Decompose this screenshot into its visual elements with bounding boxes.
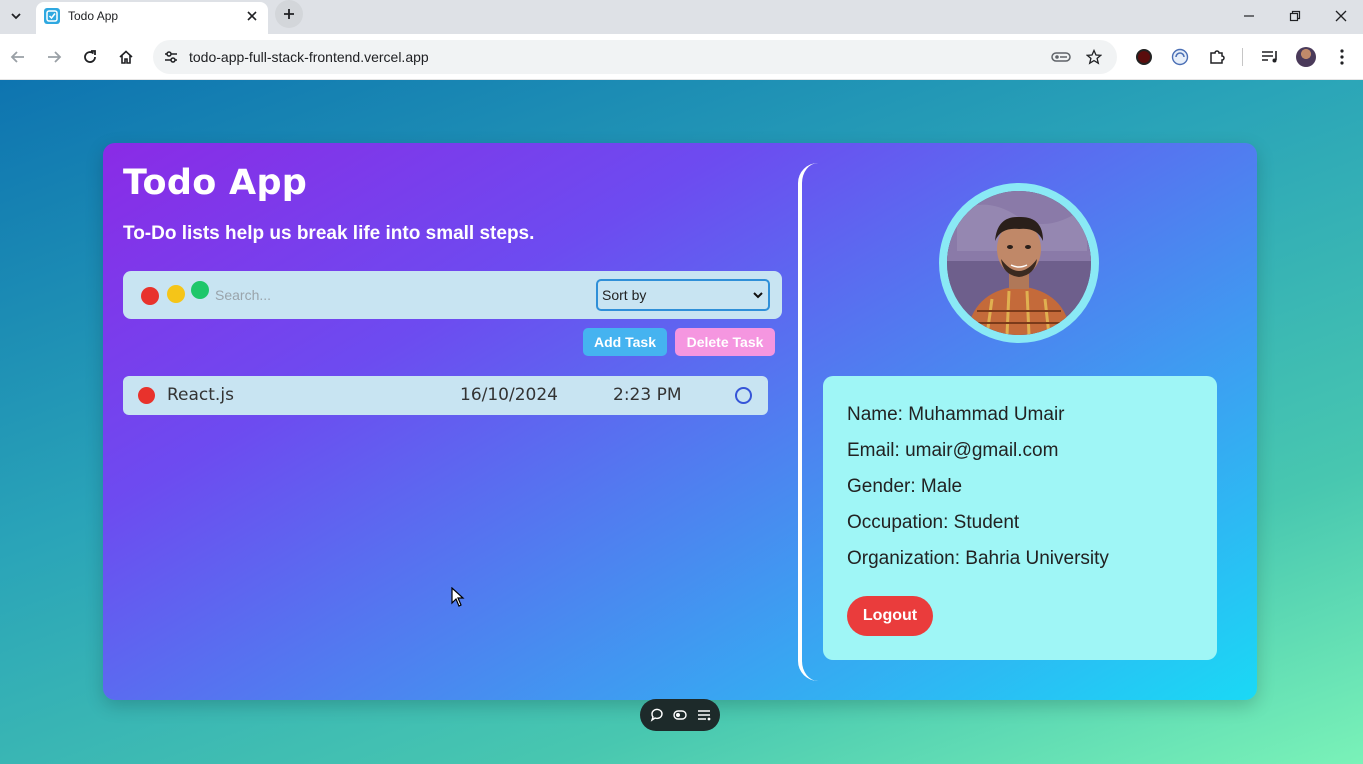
- page-subtitle: To-Do lists help us break life into smal…: [123, 223, 535, 244]
- reload-button[interactable]: [78, 45, 102, 69]
- key-icon: [1051, 52, 1071, 62]
- back-arrow-icon: [10, 51, 24, 63]
- profile-email: Email: umair@gmail.com: [847, 440, 1059, 461]
- profile-gender: Gender: Male: [847, 476, 963, 497]
- floating-toolbar: [640, 699, 720, 731]
- media-controls-button[interactable]: [1258, 45, 1282, 69]
- home-button[interactable]: [114, 45, 138, 69]
- toggle-icon[interactable]: [673, 708, 687, 722]
- extension-sync-button[interactable]: [1168, 45, 1192, 69]
- chat-bubble-icon[interactable]: [650, 708, 664, 722]
- task-priority-dot: [138, 387, 155, 404]
- chevron-down-icon: [753, 292, 763, 299]
- close-icon: [1335, 10, 1347, 22]
- url-text: todo-app-full-stack-frontend.vercel.app: [189, 49, 429, 65]
- extension-record-button[interactable]: [1132, 45, 1156, 69]
- task-date: 16/10/2024: [460, 385, 558, 405]
- queue-music-icon: [1262, 51, 1277, 63]
- restore-icon: [1289, 10, 1301, 22]
- task-row[interactable]: React.js 16/10/2024 2:23 PM: [123, 376, 768, 415]
- plus-icon: [284, 9, 294, 19]
- forward-arrow-icon: [48, 51, 62, 63]
- mouse-cursor-icon: [451, 587, 465, 607]
- back-button[interactable]: [6, 45, 30, 69]
- new-tab-button[interactable]: [275, 0, 303, 28]
- task-complete-checkbox[interactable]: [735, 387, 752, 404]
- toolbar-separator: [1242, 48, 1243, 66]
- filter-green-dot[interactable]: [191, 281, 209, 299]
- page-viewport: Todo App To-Do lists help us break life …: [0, 80, 1363, 764]
- kebab-icon: [1340, 49, 1344, 65]
- search-bar: Sort by: [123, 271, 782, 319]
- restore-button[interactable]: [1283, 4, 1307, 28]
- browser-tab[interactable]: Todo App: [36, 2, 268, 34]
- profile-avatar: [939, 183, 1099, 343]
- close-window-button[interactable]: [1329, 4, 1353, 28]
- task-time: 2:23 PM: [613, 385, 682, 405]
- profile-occupation: Occupation: Student: [847, 512, 1020, 533]
- avatar: [1296, 47, 1316, 67]
- close-icon[interactable]: [242, 6, 262, 26]
- chevron-down-icon: [11, 13, 21, 20]
- sort-select[interactable]: Sort by: [596, 279, 770, 311]
- minimize-icon: [1244, 15, 1254, 17]
- bookmark-button[interactable]: [1082, 45, 1106, 69]
- section-divider: [798, 163, 818, 681]
- chrome-menu-button[interactable]: [1330, 45, 1354, 69]
- todo-check-icon: [44, 8, 60, 24]
- tab-title: Todo App: [68, 9, 119, 23]
- profile-card: Name: Muhammad Umair Email: umair@gmail.…: [823, 376, 1217, 660]
- password-manager-button[interactable]: [1049, 45, 1073, 69]
- home-icon: [119, 50, 133, 64]
- filter-red-dot[interactable]: [141, 287, 159, 305]
- tab-search-dropdown[interactable]: [6, 6, 26, 26]
- profile-button[interactable]: [1294, 45, 1318, 69]
- page-title: Todo App: [123, 163, 308, 203]
- logout-button[interactable]: Logout: [847, 596, 933, 636]
- tune-icon: [165, 51, 177, 63]
- star-icon: [1086, 49, 1102, 65]
- browser-toolbar: todo-app-full-stack-frontend.vercel.app: [0, 34, 1363, 80]
- puzzle-icon: [1210, 50, 1225, 64]
- record-extension-icon: [1136, 49, 1152, 65]
- filter-yellow-dot[interactable]: [167, 285, 185, 303]
- reload-icon: [84, 50, 96, 63]
- add-task-button[interactable]: Add Task: [583, 328, 667, 356]
- sort-select-value: Sort by: [602, 287, 647, 303]
- sync-extension-icon: [1171, 48, 1189, 66]
- app-card: Todo App To-Do lists help us break life …: [103, 143, 1257, 700]
- browser-tab-strip: Todo App: [0, 0, 1363, 34]
- profile-name: Name: Muhammad Umair: [847, 404, 1065, 425]
- search-input[interactable]: [215, 281, 585, 309]
- forward-button[interactable]: [42, 45, 66, 69]
- profile-organization: Organization: Bahria University: [847, 548, 1109, 569]
- delete-task-button[interactable]: Delete Task: [675, 328, 775, 356]
- minimize-button[interactable]: [1237, 4, 1261, 28]
- extensions-button[interactable]: [1205, 45, 1229, 69]
- task-name: React.js: [167, 385, 234, 405]
- site-info-button[interactable]: [159, 45, 183, 69]
- address-bar[interactable]: todo-app-full-stack-frontend.vercel.app: [153, 40, 1117, 74]
- list-icon[interactable]: [697, 708, 711, 722]
